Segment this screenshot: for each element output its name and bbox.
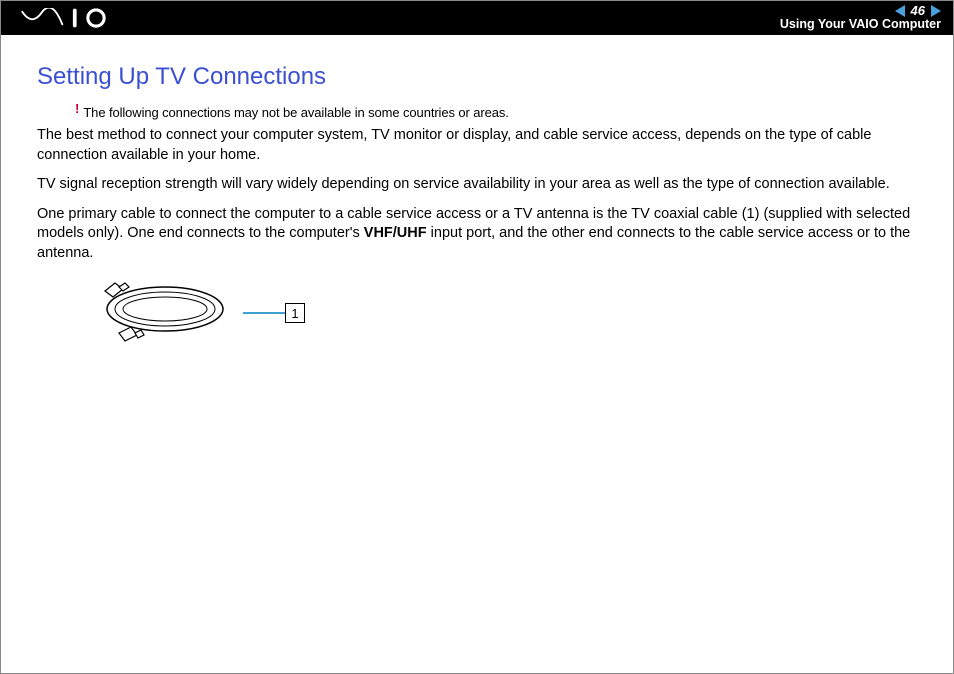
paragraph-3: One primary cable to connect the compute… [37,205,917,264]
page-title: Setting Up TV Connections [37,63,917,91]
document-page: 46 Using Your VAIO Computer Setting Up T… [0,0,954,674]
callout-leader-line [243,312,285,314]
paragraph-1: The best method to connect your computer… [37,126,917,165]
section-label: Using Your VAIO Computer [780,18,941,32]
header-bar: 46 Using Your VAIO Computer [1,1,953,35]
callout-box: 1 [285,303,305,323]
nav-next-arrow-icon[interactable] [931,5,941,17]
vaio-logo [21,8,121,28]
content-area: Setting Up TV Connections ! The followin… [1,35,953,349]
warning-icon: ! [75,101,79,116]
header-right: 46 Using Your VAIO Computer [780,4,941,32]
callout-number: 1 [291,306,298,321]
coax-cable-drawing [75,277,245,349]
page-number: 46 [911,4,925,18]
cable-illustration: 1 [75,277,917,349]
vaio-logo-svg [21,8,121,28]
warning-note: ! The following connections may not be a… [75,105,917,120]
warning-text: The following connections may not be ava… [83,105,508,120]
paragraph-2: TV signal reception strength will vary w… [37,175,917,195]
nav-prev-arrow-icon[interactable] [895,5,905,17]
vhf-uhf-bold: VHF/UHF [364,225,427,241]
